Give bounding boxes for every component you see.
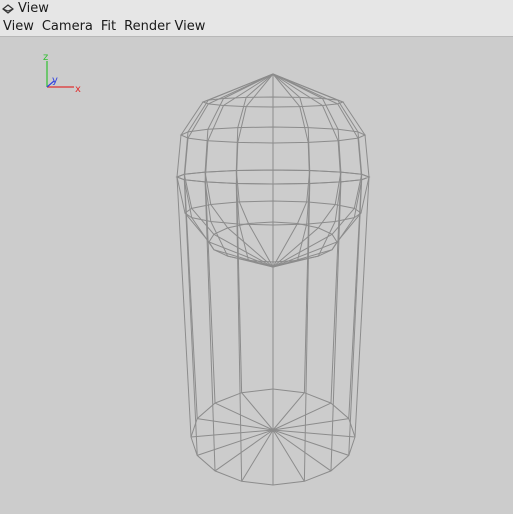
title-bar: View xyxy=(0,0,513,17)
menu-view[interactable]: View xyxy=(0,17,38,36)
wire-edge xyxy=(241,392,274,431)
menu-render-view[interactable]: Render View xyxy=(120,17,209,36)
menu-camera[interactable]: Camera xyxy=(38,17,97,36)
wire-edge xyxy=(348,179,363,456)
wireframe-model xyxy=(175,73,371,486)
menu-bar: View Camera Fit Render View xyxy=(0,17,513,37)
wire-edge xyxy=(204,172,216,404)
wire-edge xyxy=(183,179,198,456)
y-axis-label: y xyxy=(52,75,58,86)
wire-edge xyxy=(241,429,274,482)
wire-edge xyxy=(272,429,332,472)
window-title: View xyxy=(18,1,49,16)
wire-edge xyxy=(330,172,342,404)
wire-edge xyxy=(214,429,274,472)
wire-edge xyxy=(272,429,305,482)
wire-edge xyxy=(272,429,356,438)
x-axis-label: x xyxy=(75,84,81,95)
wire-edge xyxy=(272,392,305,431)
wire-edge xyxy=(197,429,274,456)
wire-edge xyxy=(190,429,274,438)
wire-edge xyxy=(272,429,349,456)
3d-viewport[interactable]: z x y xyxy=(0,37,513,514)
menu-fit[interactable]: Fit xyxy=(97,17,120,36)
z-axis-label: z xyxy=(43,52,48,63)
axis-gizmo: z x y xyxy=(43,52,81,95)
view-icon xyxy=(2,3,14,15)
